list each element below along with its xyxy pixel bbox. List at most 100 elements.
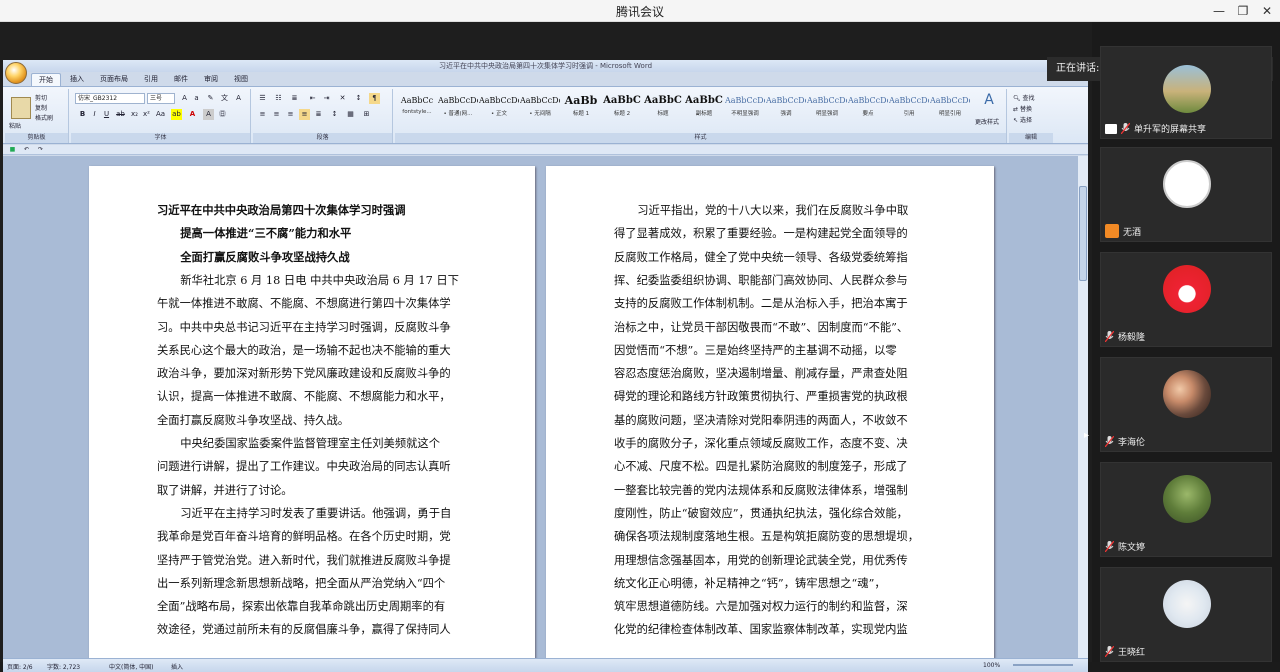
style-item[interactable]: AaBbCcDd 明显引用 — [930, 93, 970, 125]
participant-tile[interactable]: 王晓红 — [1100, 567, 1272, 662]
font-color-icon[interactable]: A — [187, 109, 198, 120]
subscript-icon[interactable]: x₂ — [129, 109, 140, 120]
change-case-icon[interactable]: Aa — [155, 109, 166, 120]
strikethrough-icon[interactable]: ab — [115, 109, 126, 120]
multilevel-list-icon[interactable]: ≣ — [289, 93, 300, 104]
save-icon[interactable]: ■ — [7, 144, 18, 155]
select-button[interactable]: ↖ 选择 — [1013, 115, 1032, 124]
shrink-font-icon[interactable]: a — [191, 93, 202, 104]
paste-icon[interactable] — [11, 97, 31, 119]
chinese-layout-icon[interactable]: ✕ — [337, 93, 348, 104]
tab-insert[interactable]: 插入 — [63, 73, 91, 86]
redo-icon[interactable]: ↷ — [35, 144, 46, 155]
user-badge-icon — [1105, 224, 1119, 238]
close-icon[interactable]: ✕ — [1258, 2, 1276, 20]
align-center-icon[interactable]: ≡ — [271, 109, 282, 120]
status-zoom[interactable]: 100% — [983, 662, 1000, 669]
font-size-select[interactable]: 三号 — [147, 93, 175, 104]
participant-name-row: 杨毅隆 — [1104, 330, 1145, 343]
tab-references[interactable]: 引用 — [137, 73, 165, 86]
char-shading-icon[interactable]: A — [203, 109, 214, 120]
app-title: 腾讯会议 — [615, 5, 664, 19]
restore-icon[interactable]: ❐ — [1234, 2, 1252, 20]
justify-icon[interactable]: ≡ — [299, 109, 310, 120]
status-words[interactable]: 字数: 2,723 — [47, 662, 80, 671]
document-line: 提高一体推进“三不腐”能力和水平 — [180, 226, 352, 241]
grow-font-icon[interactable]: A — [179, 93, 190, 104]
participant-tile[interactable]: 陈文婷 — [1100, 462, 1272, 557]
style-item[interactable]: AaBbCcDd 要点 — [848, 93, 888, 125]
italic-icon[interactable]: I — [89, 109, 100, 120]
style-item[interactable]: AaBbCcDd 不明显强调 — [725, 93, 765, 125]
line-spacing-icon[interactable]: ↕ — [329, 109, 340, 120]
decrease-indent-icon[interactable]: ⇤ — [307, 93, 318, 104]
style-item[interactable]: AaBbC 标题 — [643, 93, 683, 125]
bullets-icon[interactable]: ☰ — [257, 93, 268, 104]
style-item[interactable]: AaBbC 副标题 — [684, 93, 724, 125]
undo-icon[interactable]: ↶ — [21, 144, 32, 155]
cut-button[interactable]: 剪切 — [35, 93, 47, 102]
tab-home[interactable]: 开始 — [31, 73, 61, 86]
style-sample: AaBbCcDd — [520, 96, 560, 105]
superscript-icon[interactable]: x² — [141, 109, 152, 120]
distributed-icon[interactable]: ≣ — [313, 109, 324, 120]
tab-page-layout[interactable]: 页面布局 — [93, 73, 135, 86]
clear-format-icon[interactable]: ✎ — [205, 93, 216, 104]
format-painter-button[interactable]: 格式刷 — [35, 113, 53, 122]
minimize-icon[interactable]: — — [1210, 2, 1228, 20]
office-button[interactable] — [5, 62, 27, 84]
participant-tile[interactable]: 无酒 — [1100, 147, 1272, 242]
clipboard-group-label: 剪贴板 — [5, 133, 68, 143]
left-page[interactable]: 习近平在中共中央政治局第四十次集体学习时强调 提高一体推进“三不腐”能力和水平 全面… — [89, 166, 535, 666]
show-marks-icon[interactable]: ¶ — [369, 93, 380, 104]
sort-icon[interactable]: ↕ — [353, 93, 364, 104]
highlight-icon[interactable]: ab — [171, 109, 182, 120]
borders-icon[interactable]: ⊞ — [361, 109, 372, 120]
style-item[interactable]: AaBbCcDd • 正文 — [479, 93, 519, 125]
participant-tile[interactable]: 李海伦 — [1100, 357, 1272, 452]
style-sample: AaBbCcDc — [438, 96, 478, 105]
phonetic-icon[interactable]: 文 — [219, 93, 230, 104]
style-item[interactable]: AaBbC 标题 2 — [602, 93, 642, 125]
align-right-icon[interactable]: ≡ — [285, 109, 296, 120]
right-page[interactable]: 习近平指出，党的十八大以来，我们在反腐败斗争中取 得了显著成效，积累了重要经验。一… — [546, 166, 994, 666]
document-line: 收手的腐败分子，深化重点领域反腐败工作，态度不变、决 — [614, 437, 908, 450]
vertical-scrollbar[interactable] — [1077, 156, 1088, 658]
change-styles-label[interactable]: 更改样式 — [975, 117, 999, 126]
shading-icon[interactable]: ▦ — [345, 109, 356, 120]
participant-tile[interactable]: 单升军的屏幕共享 — [1100, 46, 1272, 139]
replace-button[interactable]: ⇄ 替换 — [1013, 104, 1032, 113]
tab-review[interactable]: 审阅 — [197, 73, 225, 86]
style-item[interactable]: AaBbCcDd • 无间隔 — [520, 93, 560, 125]
font-name-select[interactable]: 仿宋_GB2312 — [75, 93, 145, 104]
style-item[interactable]: AaBbCcDd 明显强调 — [807, 93, 847, 125]
enclose-char-icon[interactable]: ㊐ — [217, 109, 228, 120]
align-left-icon[interactable]: ≡ — [257, 109, 268, 120]
find-button[interactable]: 🔍︎ 查找 — [1013, 93, 1035, 102]
status-page[interactable]: 页面: 2/6 — [7, 662, 33, 671]
zoom-slider[interactable] — [1013, 664, 1073, 666]
word-window-title: 习近平在中共中央政治局第四十次集体学习时强调 - Microsoft Word — [3, 60, 1088, 72]
tab-mailings[interactable]: 邮件 — [167, 73, 195, 86]
copy-button[interactable]: 复制 — [35, 103, 47, 112]
status-language[interactable]: 中文(简体, 中国) — [109, 662, 154, 671]
mic-muted-icon — [1104, 330, 1115, 343]
style-item[interactable]: AaBbCcDd 引用 — [889, 93, 929, 125]
style-item[interactable]: AaBbCc fontstyle... — [397, 93, 437, 125]
style-item[interactable]: AaBb 标题 1 — [561, 93, 601, 125]
style-sample: AaBb — [564, 94, 598, 107]
document-line: 全面”战略布局，探索出依靠自我革命跳出历史周期率的有 — [157, 600, 446, 614]
document-line: 取了讲解，并进行了讨论。 — [157, 483, 293, 497]
bold-icon[interactable]: B — [77, 109, 88, 120]
style-item[interactable]: AaBbCcDd 强调 — [766, 93, 806, 125]
scrollbar-thumb[interactable] — [1079, 186, 1087, 281]
participant-tile[interactable]: 杨毅隆 — [1100, 252, 1272, 347]
numbering-icon[interactable]: ☷ — [273, 93, 284, 104]
char-border-icon[interactable]: A — [233, 93, 244, 104]
increase-indent-icon[interactable]: ⇥ — [321, 93, 332, 104]
underline-icon[interactable]: U — [101, 109, 112, 120]
status-mode[interactable]: 插入 — [171, 662, 183, 671]
style-item[interactable]: AaBbCcDc • 普通(网... — [438, 93, 478, 125]
change-styles-icon[interactable]: A — [979, 93, 999, 113]
tab-view[interactable]: 视图 — [227, 73, 255, 86]
